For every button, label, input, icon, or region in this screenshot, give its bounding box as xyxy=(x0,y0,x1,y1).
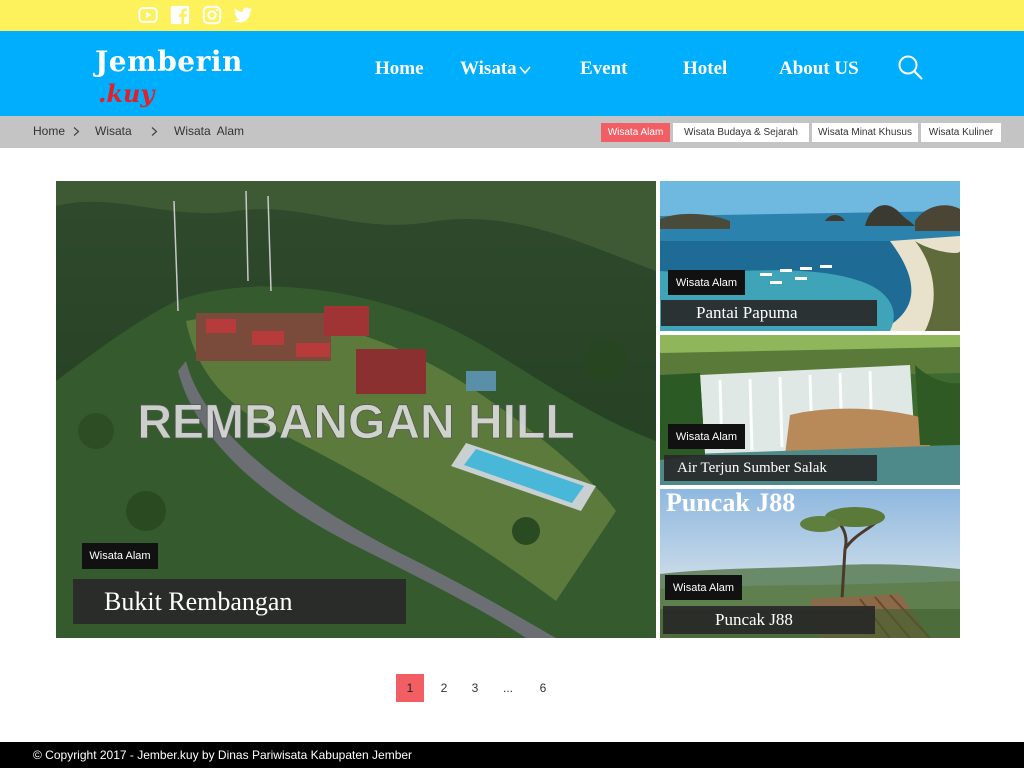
card-title: Air Terjun Sumber Salak xyxy=(664,455,877,481)
chevron-right-icon xyxy=(151,127,158,136)
page-1[interactable]: 1 xyxy=(396,674,424,702)
filter-tab-wisata-alam[interactable]: Wisata Alam xyxy=(601,123,670,142)
card-title: Bukit Rembangan xyxy=(73,579,406,624)
footer-copyright: © Copyright 2017 - Jember.kuy by Dinas P… xyxy=(33,748,413,762)
chevron-down-icon xyxy=(519,66,531,74)
side-card-air-terjun[interactable]: Wisata Alam Air Terjun Sumber Salak xyxy=(660,335,960,485)
site-logo[interactable]: Jemberin xyxy=(95,45,243,78)
category-badge: Wisata Alam xyxy=(668,270,745,295)
side-card-pantai-papuma[interactable]: Wisata Alam Pantai Papuma xyxy=(660,181,960,331)
filter-tab-wisata-kuliner[interactable]: Wisata Kuliner xyxy=(921,123,1001,142)
nav-wisata[interactable]: Wisata xyxy=(460,58,532,80)
nav-event[interactable]: Event xyxy=(580,58,628,80)
search-icon[interactable] xyxy=(897,54,925,82)
social-bar xyxy=(0,0,1024,31)
card-title: Pantai Papuma xyxy=(661,300,877,326)
site-header: Jemberin .kuy Home Wisata Event Hotel Ab… xyxy=(0,31,1024,116)
nav-about-us[interactable]: About US xyxy=(779,58,859,80)
instagram-icon[interactable] xyxy=(201,4,223,26)
nav-hotel[interactable]: Hotel xyxy=(683,58,727,80)
breadcrumb-current: Wisata Alam xyxy=(174,124,245,138)
breadcrumb-home[interactable]: Home xyxy=(33,124,65,138)
category-badge: Wisata Alam xyxy=(665,575,742,600)
category-badge: Wisata Alam xyxy=(82,543,158,569)
youtube-icon[interactable] xyxy=(137,4,159,26)
nav-wisata-label: Wisata xyxy=(460,58,517,79)
breadcrumb-bar: Home Wisata Wisata Alam Wisata Alam Wisa… xyxy=(0,116,1024,148)
page-2[interactable]: 2 xyxy=(430,674,458,702)
card-title: Puncak J88 xyxy=(663,606,875,634)
site-footer: © Copyright 2017 - Jember.kuy by Dinas P… xyxy=(0,742,1024,768)
filter-tab-wisata-budaya[interactable]: Wisata Budaya & Sejarah xyxy=(673,123,809,142)
featured-card[interactable]: REMBANGAN HILL Wisata Alam Bukit Rembang… xyxy=(56,181,656,638)
side-card-puncak-j88[interactable]: Puncak J88 Wisata Alam Puncak J88 xyxy=(660,489,960,638)
featured-image: REMBANGAN HILL xyxy=(56,181,656,638)
chevron-right-icon xyxy=(73,127,80,136)
svg-text:REMBANGAN HILL: REMBANGAN HILL xyxy=(137,396,574,449)
page-6[interactable]: 6 xyxy=(529,674,557,702)
svg-text:Puncak J88: Puncak J88 xyxy=(666,489,795,517)
facebook-icon[interactable] xyxy=(169,4,191,26)
nav-home[interactable]: Home xyxy=(375,58,424,80)
filter-tab-minat-khusus[interactable]: Wisata Minat Khusus xyxy=(812,123,918,142)
twitter-icon[interactable] xyxy=(232,4,254,26)
breadcrumb-wisata[interactable]: Wisata xyxy=(95,124,132,138)
page-3[interactable]: 3 xyxy=(461,674,489,702)
site-logo-suffix[interactable]: .kuy xyxy=(98,79,154,108)
page-ellipsis: ... xyxy=(502,681,513,695)
category-badge: Wisata Alam xyxy=(668,424,745,449)
